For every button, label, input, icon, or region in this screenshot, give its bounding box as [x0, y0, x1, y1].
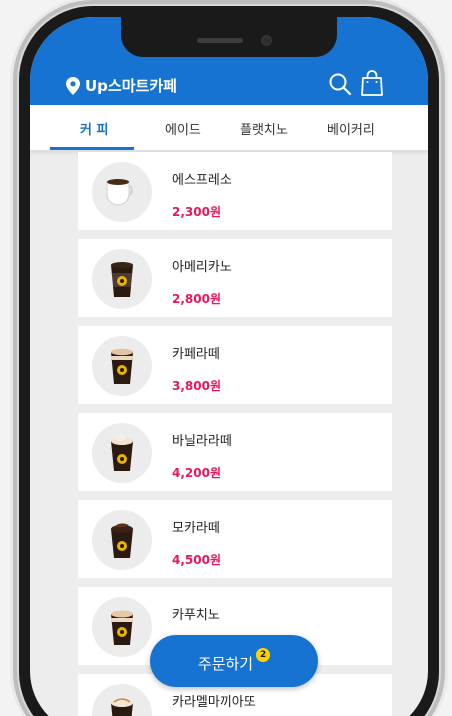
- menu-thumbnail: [92, 249, 152, 309]
- shopping-bag-icon[interactable]: [361, 70, 383, 96]
- item-name: 카푸치노: [172, 608, 220, 623]
- menu-thumbnail: [92, 162, 152, 222]
- menu-thumbnail: [92, 684, 152, 716]
- tab-bakery[interactable]: 베이커리: [327, 119, 375, 138]
- order-button[interactable]: 주문하기 2: [150, 635, 318, 687]
- espresso-cup-icon: [106, 179, 134, 206]
- item-price: 3,800원: [172, 379, 221, 393]
- menu-thumbnail: [92, 510, 152, 570]
- tab-ade[interactable]: 에이드: [165, 119, 201, 138]
- menu-item[interactable]: 아메리카노 2,800원: [78, 239, 392, 317]
- menu-thumbnail: [92, 336, 152, 396]
- speaker-icon: [197, 38, 243, 43]
- item-price: 2,800원: [172, 292, 221, 306]
- menu-item[interactable]: 모카라떼 4,500원: [78, 500, 392, 578]
- tab-frappuccino[interactable]: 플랫치노: [240, 119, 288, 138]
- location-pin-icon[interactable]: [66, 77, 80, 95]
- cart-count-badge: 2: [256, 648, 271, 662]
- caramel-macchiato-cup-icon: [111, 698, 133, 716]
- item-price: 4,200원: [172, 466, 221, 480]
- menu-thumbnail: [92, 423, 152, 483]
- item-name: 에스프레소: [172, 173, 232, 188]
- vanilla-latte-cup-icon: [111, 435, 133, 471]
- phone-notch: [121, 17, 337, 57]
- latte-cup-icon: [111, 348, 133, 384]
- tab-coffee[interactable]: 커 피: [80, 119, 108, 138]
- search-icon[interactable]: [328, 72, 352, 96]
- camera-icon: [261, 35, 272, 46]
- cappuccino-cup-icon: [111, 610, 133, 645]
- americano-cup-icon: [111, 262, 133, 297]
- menu-item[interactable]: 카페라떼 3,800원: [78, 326, 392, 404]
- category-tabs: 커 피 에이드 플랫치노 베이커리: [30, 105, 428, 151]
- item-name: 카라멜마끼아또: [172, 695, 256, 710]
- item-price: 4,500원: [172, 553, 221, 567]
- menu-thumbnail: [92, 597, 152, 657]
- menu-item[interactable]: 에스프레소 2,300원: [78, 152, 392, 230]
- active-tab-indicator: [50, 147, 134, 150]
- item-name: 아메리카노: [172, 260, 232, 275]
- store-name[interactable]: Up스마트카페: [85, 75, 177, 96]
- item-name: 모카라떼: [172, 521, 220, 536]
- mocha-latte-cup-icon: [111, 523, 133, 558]
- order-button-label: 주문하기: [197, 654, 254, 673]
- menu-item[interactable]: 바닐라라떼 4,200원: [78, 413, 392, 491]
- item-price: 2,300원: [172, 205, 221, 219]
- item-name: 카페라떼: [172, 347, 220, 362]
- item-name: 바닐라라떼: [172, 434, 232, 449]
